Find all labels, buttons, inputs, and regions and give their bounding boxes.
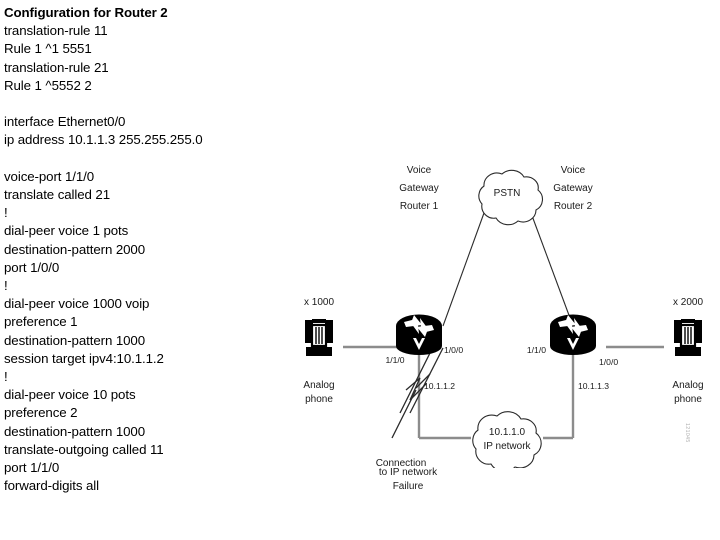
failure-text-1: Connection [376, 458, 427, 468]
config-line: voice-port 1/1/0 [4, 168, 95, 184]
pstn-cloud: PSTN [478, 169, 544, 226]
config-line: preference 2 [4, 405, 78, 421]
config-line: session target ipv4:10.1.1.2 [4, 350, 164, 366]
router1-port-right: 1/0/0 [444, 345, 463, 355]
config-line: ! [4, 205, 8, 221]
config-line: port 1/1/0 [4, 460, 60, 476]
router2-port-right: 1/0/0 [599, 357, 618, 367]
config-line: dial-peer voice 1 pots [4, 223, 129, 239]
router1-title-1: Voice [407, 165, 432, 176]
config-line: translate-outgoing called 11 [4, 441, 164, 457]
connection-failure-annotation: Connection [376, 458, 427, 468]
config-line: port 1/0/0 [4, 259, 60, 275]
config-line: dial-peer voice 1000 voip [4, 296, 150, 312]
config-line: destination-pattern 1000 [4, 332, 146, 348]
config-line: interface Ethernet0/0 [4, 114, 126, 130]
config-line: ip address 10.1.1.3 255.255.255.0 [4, 132, 203, 148]
ip-cloud-subnet: 10.1.1.0 [489, 427, 526, 438]
config-line: Rule 1 ^1 5551 [4, 41, 92, 57]
image-watermark: 121045 [684, 423, 690, 443]
router-icon [396, 314, 442, 355]
analog-phone-icon [672, 317, 704, 358]
config-line: preference 1 [4, 314, 78, 330]
config-line: forward-digits all [4, 478, 100, 494]
config-line: translation-rule 21 [4, 59, 109, 75]
analog-phone-right: x 2000 Analog phone [672, 297, 703, 405]
left-phone-caption-2: phone [305, 394, 333, 405]
ip-cloud-label: IP network [483, 441, 531, 452]
config-spacer [4, 95, 286, 113]
config-line: dial-peer voice 10 pots [4, 387, 136, 403]
right-phone-extension: x 2000 [673, 297, 703, 308]
right-phone-caption-1: Analog [672, 380, 703, 391]
pstn-cloud-label: PSTN [494, 188, 521, 199]
config-line: destination-pattern 1000 [4, 423, 146, 439]
config-line: destination-pattern 2000 [4, 241, 146, 257]
router2-title-3: Router 2 [554, 201, 593, 212]
router1-title-2: Gateway [399, 183, 438, 194]
link-pstn-router2 [530, 212, 574, 327]
analog-phone-left: x 1000 Analog phone [303, 297, 334, 405]
analog-phone-icon [303, 317, 335, 358]
ip-network-cloud: 10.1.1.0 IP network [472, 411, 542, 468]
left-phone-extension: x 1000 [304, 297, 334, 308]
router1-ip-address: 10.1.1.2 [424, 381, 455, 391]
router-icon [550, 314, 596, 355]
left-phone-caption-1: Analog [303, 380, 334, 391]
config-title: Configuration for Router 2 [4, 5, 168, 20]
config-line: translate called 21 [4, 187, 111, 202]
config-spacer [4, 150, 286, 168]
router2-port-left: 1/1/0 [527, 345, 546, 355]
right-phone-caption-2: phone [674, 394, 702, 405]
voice-gateway-router-1: Voice Gateway Router 1 1/1/0 1/0/0 10.1.… [385, 165, 463, 391]
failure-text-2: to IP network [378, 467, 438, 478]
router1-port-left: 1/1/0 [385, 355, 404, 365]
router2-title-1: Voice [561, 165, 586, 176]
config-line: Rule 1 ^5552 2 [4, 77, 92, 93]
link-router1-pstn [442, 212, 485, 327]
config-line: translation-rule 11 [4, 23, 108, 39]
router2-title-2: Gateway [553, 183, 592, 194]
failure-text-3: Failure [392, 481, 424, 492]
config-line: ! [4, 369, 8, 385]
router1-title-3: Router 1 [400, 201, 439, 212]
router2-ip-address: 10.1.1.3 [578, 381, 609, 391]
watermark-text: 121045 [684, 423, 690, 443]
router2-configuration-panel: Configuration for Router 2 translation-r… [4, 4, 286, 534]
config-line: ! [4, 278, 8, 294]
network-topology-diagram: PSTN 10.1.1.0 IP network x 1000 Analog p… [288, 138, 718, 492]
